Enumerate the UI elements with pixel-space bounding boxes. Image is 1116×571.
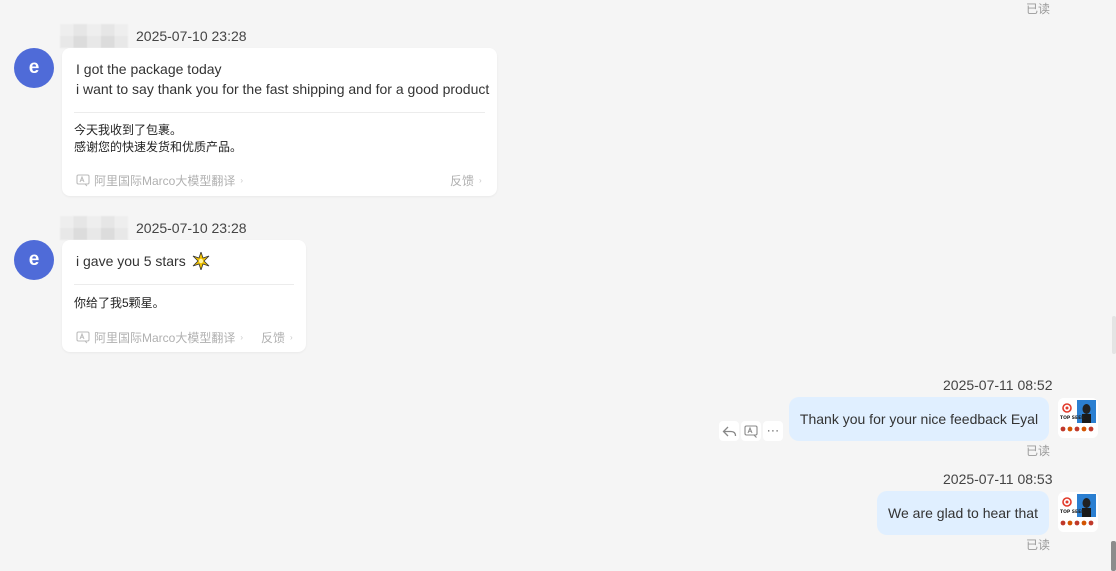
more-icon[interactable]: ⋯ xyxy=(763,421,783,441)
message-timestamp: 2025-07-10 23:28 xyxy=(136,28,247,44)
read-receipt: 已读 xyxy=(1026,538,1051,552)
incoming-message-card[interactable]: i gave you 5 stars 你给了我5颗星。 阿里国际Marco大模型… xyxy=(62,240,306,352)
translation-line: 感谢您的快速发货和优质产品。 xyxy=(74,140,243,154)
svg-text:TOP SEEK: TOP SEEK xyxy=(1060,509,1085,515)
more-glyph: ⋯ xyxy=(766,423,780,438)
translate-icon xyxy=(76,174,90,187)
feedback-link[interactable]: 反馈 › xyxy=(450,172,482,189)
sender-name-blurred xyxy=(60,24,128,48)
divider xyxy=(74,284,294,285)
outgoing-message-bubble[interactable]: We are glad to hear that xyxy=(877,491,1049,535)
translator-credit[interactable]: 阿里国际Marco大模型翻译 › xyxy=(76,172,243,189)
avatar[interactable]: e xyxy=(14,48,54,88)
divider xyxy=(74,112,485,113)
translation-line: 今天我收到了包裹。 xyxy=(74,123,183,137)
chevron-right-icon: › xyxy=(290,333,293,342)
translator-credit[interactable]: 阿里国际Marco大模型翻译 › xyxy=(76,329,243,346)
translator-label: 阿里国际Marco大模型翻译 xyxy=(94,174,236,188)
translation-line: 你给了我5颗星。 xyxy=(74,296,165,310)
avatar-letter: e xyxy=(28,249,40,270)
scrollbar-thumb[interactable] xyxy=(1112,316,1116,354)
translator-label: 阿里国际Marco大模型翻译 xyxy=(94,331,236,345)
shop-avatar[interactable]: TOP SEEK xyxy=(1058,492,1098,532)
message-text: i gave you 5 stars xyxy=(76,253,186,269)
message-timestamp: 2025-07-11 08:52 xyxy=(943,377,1053,393)
translate-icon xyxy=(76,331,90,344)
avatar[interactable]: e xyxy=(14,240,54,280)
sender-name-blurred xyxy=(60,216,128,240)
chat-thread: 已读 2025-07-10 23:28 e I got the package … xyxy=(0,0,1116,571)
message-line: i want to say thank you for the fast shi… xyxy=(76,81,490,97)
outgoing-message-bubble[interactable]: Thank you for your nice feedback Eyal xyxy=(789,397,1049,441)
read-receipt: 已读 xyxy=(1026,444,1051,458)
feedback-label: 反馈 xyxy=(450,174,475,188)
svg-text:TOP SEEK: TOP SEEK xyxy=(1060,415,1085,421)
translate-icon[interactable] xyxy=(741,421,761,441)
reply-icon[interactable] xyxy=(719,421,739,441)
chevron-right-icon: › xyxy=(240,333,244,342)
incoming-message-card[interactable]: I got the package today i want to say th… xyxy=(62,48,497,196)
message-line: I got the package today xyxy=(76,61,222,77)
shop-avatar[interactable]: TOP SEEK xyxy=(1058,398,1098,438)
message-line: i gave you 5 stars xyxy=(76,251,210,271)
read-receipt: 已读 xyxy=(1026,2,1051,16)
feedback-label: 反馈 xyxy=(261,331,286,345)
avatar-letter: e xyxy=(28,57,40,78)
sparkle-star-icon xyxy=(192,252,210,270)
message-text: Thank you for your nice feedback Eyal xyxy=(799,411,1039,427)
message-timestamp: 2025-07-10 23:28 xyxy=(136,220,247,236)
scrollbar-thumb[interactable] xyxy=(1111,541,1116,571)
message-timestamp: 2025-07-11 08:53 xyxy=(943,471,1053,487)
feedback-link[interactable]: 反馈 › xyxy=(261,329,293,346)
message-text: We are glad to hear that xyxy=(888,505,1038,521)
chevron-right-icon: › xyxy=(479,176,482,185)
chevron-right-icon: › xyxy=(240,176,244,185)
